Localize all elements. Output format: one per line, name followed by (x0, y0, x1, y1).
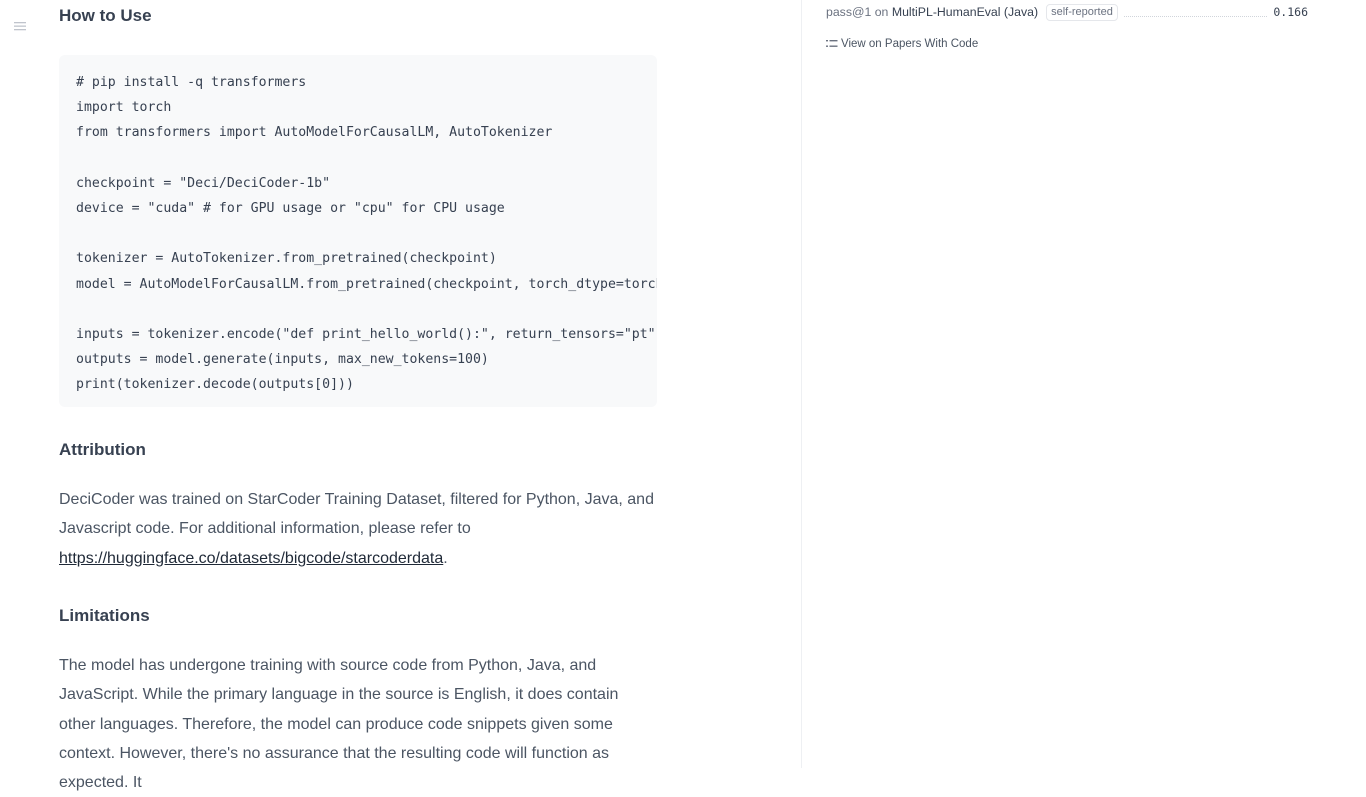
metric-on-label: on (874, 5, 889, 19)
code-snippet: # pip install -q transformers import tor… (76, 75, 657, 393)
self-reported-badge: self-reported (1046, 3, 1118, 21)
attribution-suffix: . (443, 549, 448, 567)
limitations-paragraph: The model has undergone training with so… (59, 657, 619, 792)
attribution-text: DeciCoder was trained on StarCoder Train… (59, 491, 654, 538)
toc-toggle-icon[interactable] (12, 18, 28, 34)
column-divider (801, 0, 802, 768)
papers-with-code-label: View on Papers With Code (841, 38, 979, 50)
code-block: # pip install -q transformers import tor… (59, 55, 657, 407)
list-icon (826, 40, 838, 47)
how-to-use-heading: How to Use (59, 6, 152, 25)
starcoderdata-link[interactable]: https://huggingface.co/datasets/bigcode/… (59, 550, 443, 567)
eval-result-row: pass@1 on MultiPL-HumanEval (Java) self-… (826, 3, 1308, 21)
metric-value: 0.166 (1273, 5, 1308, 19)
limitations-heading: Limitations (59, 606, 150, 625)
metric-name: pass@1 (826, 5, 872, 19)
attribution-paragraph: DeciCoder was trained on StarCoder Train… (59, 485, 654, 573)
papers-with-code-link[interactable]: View on Papers With Code (826, 38, 978, 50)
attribution-heading: Attribution (59, 440, 146, 459)
dotted-leader (1123, 15, 1268, 17)
dataset-name[interactable]: MultiPL-HumanEval (Java) (892, 5, 1038, 19)
